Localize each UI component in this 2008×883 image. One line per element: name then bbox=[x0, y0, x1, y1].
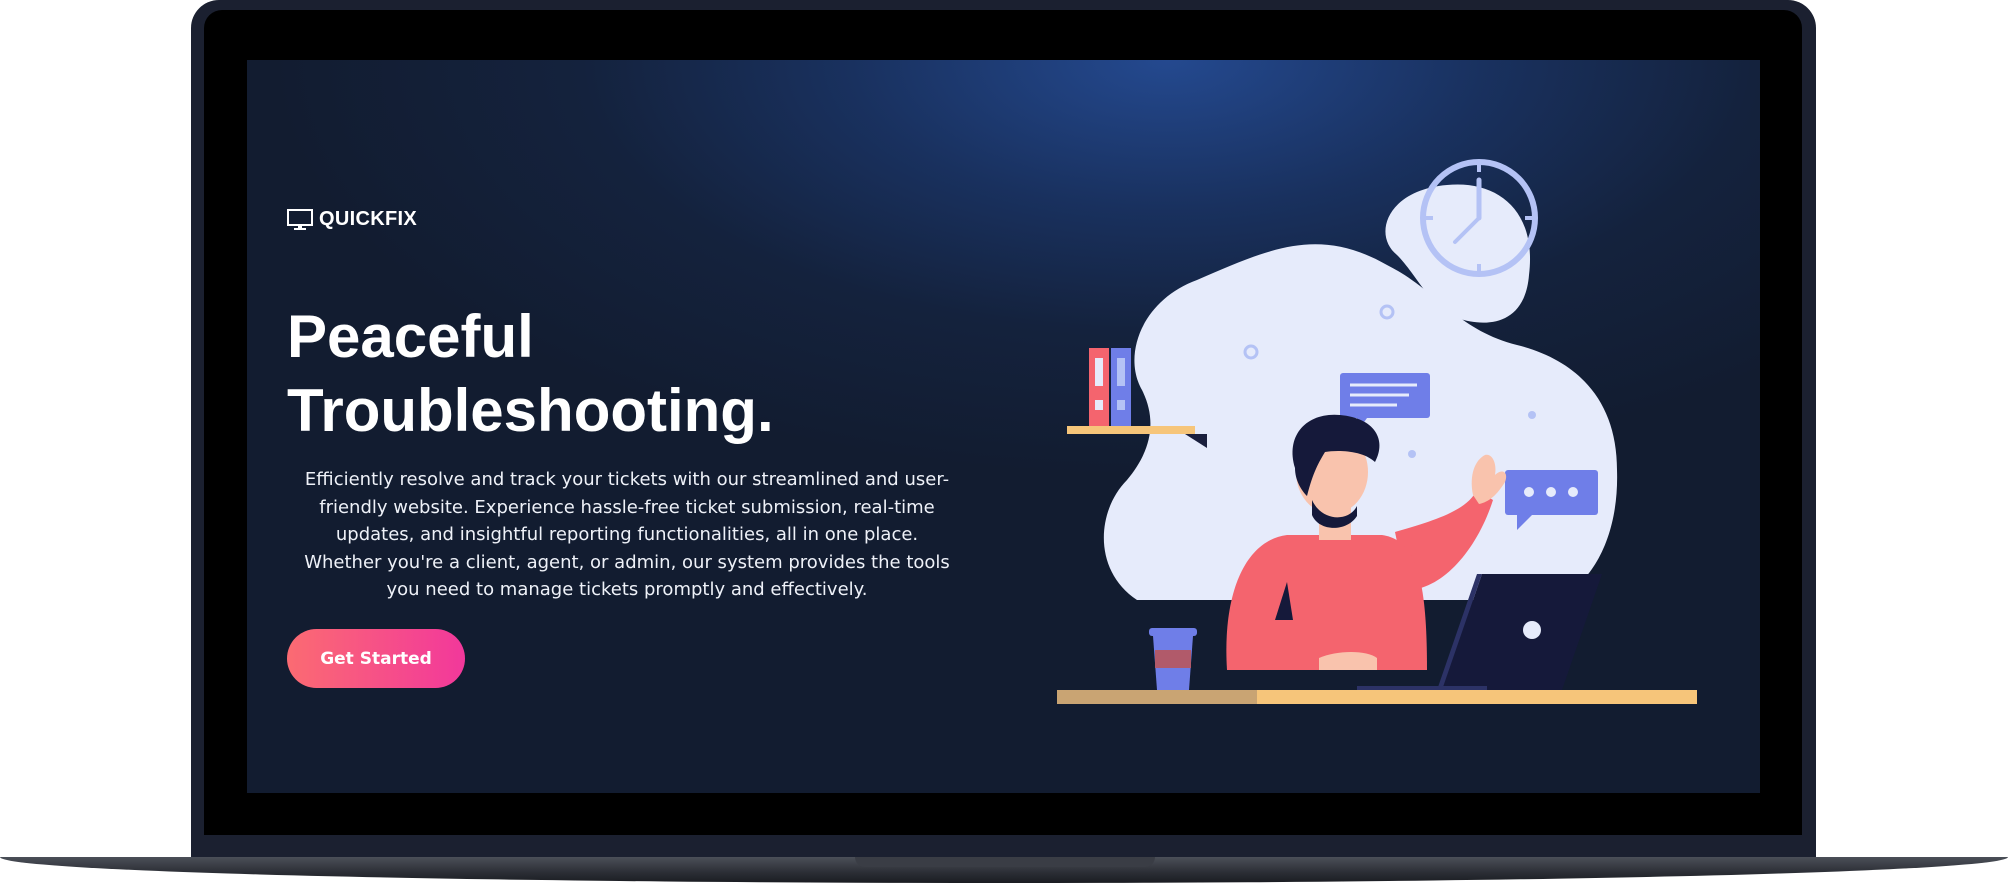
brand-logo[interactable]: QUICKFIX bbox=[287, 208, 417, 231]
coffee-cup-icon bbox=[1149, 628, 1197, 690]
decor-dot bbox=[1408, 450, 1416, 458]
monitor-icon bbox=[287, 208, 313, 230]
screen: QUICKFIX Peaceful Troubleshooting. Effic… bbox=[247, 60, 1760, 793]
binders-icon bbox=[1089, 348, 1131, 426]
desk bbox=[1057, 690, 1257, 704]
hero-description: Efficiently resolve and track your ticke… bbox=[304, 469, 950, 600]
hero-title-line1: Peaceful bbox=[287, 303, 534, 370]
get-started-button[interactable]: Get Started bbox=[287, 629, 465, 688]
desk-top bbox=[1257, 690, 1697, 704]
laptop-hinge-notch bbox=[855, 857, 1155, 867]
brand-name: QUICKFIX bbox=[319, 208, 417, 230]
decor-dot bbox=[1528, 411, 1536, 419]
shelf bbox=[1067, 426, 1195, 434]
hero-title-line2: Troubleshooting. bbox=[287, 377, 774, 444]
hero-title: Peaceful Troubleshooting. bbox=[287, 300, 774, 448]
person-at-laptop-illustration bbox=[1057, 159, 1697, 704]
